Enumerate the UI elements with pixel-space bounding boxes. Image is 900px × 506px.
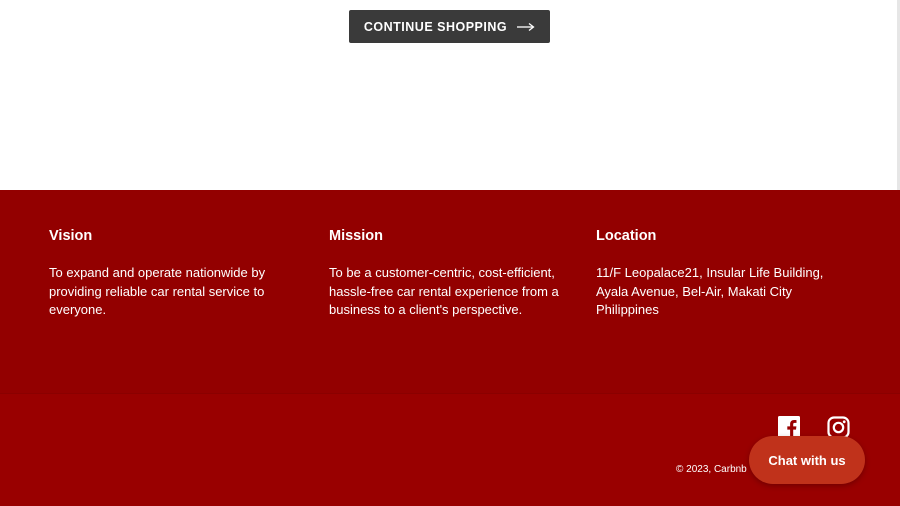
mission-text: To be a customer-centric, cost-efficient… [329,265,559,317]
cart-empty-section: CONTINUE SHOPPING [0,0,900,190]
footer-column-vision: Vision To expand and operate nationwide … [49,228,289,320]
vision-heading: Vision [49,228,93,244]
copyright-text: © 2023, Carbnb [676,464,747,475]
arrow-right-icon [517,22,535,31]
facebook-icon [778,416,800,438]
footer-column-mission: Mission To be a customer-centric, cost-e… [329,228,579,320]
vision-text: To expand and operate nationwide by prov… [49,265,266,317]
mission-heading: Mission [329,228,383,244]
footer-column-location: Location 11/F Leopalace21, Insular Life … [596,228,846,320]
footer-info: Vision To expand and operate nationwide … [0,190,900,393]
continue-shopping-label: CONTINUE SHOPPING [363,19,508,34]
chat-with-us-button[interactable]: Chat with us [749,436,865,484]
location-text: 11/F Leopalace21, Insular Life Building,… [596,265,824,317]
continue-shopping-button[interactable]: CONTINUE SHOPPING [349,10,550,43]
location-heading: Location [596,228,657,244]
